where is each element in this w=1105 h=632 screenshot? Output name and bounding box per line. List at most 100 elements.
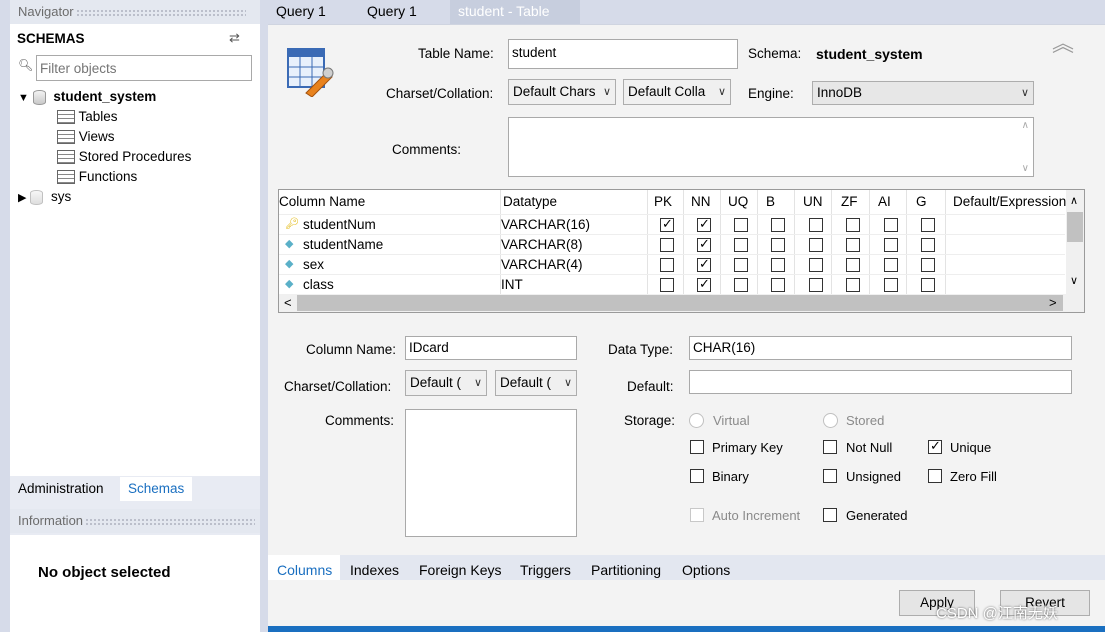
column-charset-select[interactable]: Default (∨ (405, 370, 487, 396)
tab-administration[interactable]: Administration (10, 477, 112, 501)
tree-item-stored-procedures[interactable]: Stored Procedures (57, 147, 191, 167)
flag-checkbox[interactable] (809, 218, 823, 232)
tab-triggers[interactable]: Triggers (520, 562, 571, 578)
tree-item-student-system[interactable]: ▼ student_system (18, 87, 156, 107)
col-header-datatype[interactable]: Datatype (503, 194, 557, 209)
tree-item-functions[interactable]: Functions (57, 167, 137, 187)
expand-right-icon[interactable]: ▶ (18, 192, 26, 204)
flag-checkbox[interactable] (771, 218, 785, 232)
flag-checkbox[interactable] (921, 278, 935, 292)
flag-checkbox[interactable] (921, 238, 935, 252)
flag-checkbox[interactable] (884, 218, 898, 232)
virtual-radio[interactable] (689, 413, 704, 428)
table-name-input[interactable]: student (508, 39, 738, 69)
flag-checkbox[interactable] (734, 258, 748, 272)
not-null-checkbox[interactable] (823, 440, 837, 454)
flag-checkbox[interactable] (884, 278, 898, 292)
scroll-thumb[interactable] (1067, 212, 1083, 242)
flag-checkbox[interactable] (846, 218, 860, 232)
flag-checkbox[interactable] (884, 258, 898, 272)
table-row[interactable]: ◆ studentName VARCHAR(8) (279, 234, 1065, 254)
datatype-cell[interactable]: VARCHAR(4) (501, 257, 583, 272)
flag-checkbox[interactable] (734, 218, 748, 232)
flag-checkbox[interactable] (660, 216, 674, 232)
flag-checkbox[interactable] (809, 238, 823, 252)
col-header-b[interactable]: B (766, 194, 775, 209)
tab-schemas[interactable]: Schemas (120, 477, 193, 501)
flag-checkbox[interactable] (921, 218, 935, 232)
tab-options[interactable]: Options (682, 562, 730, 578)
columns-grid[interactable]: Column Name Datatype PK NN UQ B UN ZF AI… (278, 189, 1085, 313)
horizontal-scrollbar[interactable]: < > (279, 294, 1084, 312)
tab-indexes[interactable]: Indexes (350, 562, 399, 578)
scroll-left-icon[interactable]: < (284, 295, 292, 310)
column-name-cell[interactable]: class (303, 277, 334, 292)
data-type-input[interactable]: CHAR(16) (689, 336, 1072, 360)
col-header-uq[interactable]: UQ (728, 194, 748, 209)
table-row[interactable]: 🔑︎ studentNum VARCHAR(16) (279, 214, 1065, 234)
tab-query-1-b[interactable]: Query 1 (359, 0, 425, 24)
flag-checkbox[interactable] (921, 258, 935, 272)
flag-checkbox[interactable] (734, 238, 748, 252)
filter-objects-input[interactable] (36, 55, 252, 81)
expand-down-icon[interactable]: ▼ (18, 92, 29, 104)
col-header-zf[interactable]: ZF (841, 194, 858, 209)
table-row[interactable]: ◆ class INT (279, 274, 1065, 294)
table-comments-textarea[interactable]: ∧ ∨ (508, 117, 1034, 177)
binary-checkbox[interactable] (690, 469, 704, 483)
scroll-up-icon[interactable]: ∧ (1022, 120, 1029, 131)
tree-item-views[interactable]: Views (57, 127, 115, 147)
col-header-g[interactable]: G (916, 194, 927, 209)
unsigned-checkbox[interactable] (823, 469, 837, 483)
datatype-cell[interactable]: VARCHAR(8) (501, 237, 583, 252)
column-name-cell[interactable]: studentNum (303, 217, 376, 232)
col-header-ai[interactable]: AI (878, 194, 891, 209)
col-header-pk[interactable]: PK (654, 194, 672, 209)
vertical-scrollbar[interactable]: ∧ ∨ (1066, 190, 1084, 294)
scroll-up-icon[interactable]: ∧ (1070, 194, 1078, 207)
tree-item-sys[interactable]: ▶ sys (18, 187, 71, 207)
default-input[interactable] (689, 370, 1072, 394)
flag-checkbox[interactable] (809, 258, 823, 272)
datatype-cell[interactable]: INT (501, 277, 523, 292)
scroll-down-icon[interactable]: ∨ (1070, 274, 1078, 287)
charset-select[interactable]: Default Chars ∨ (508, 79, 616, 105)
flag-checkbox[interactable] (660, 238, 674, 252)
primary-key-checkbox[interactable] (690, 440, 704, 454)
col-header-name[interactable]: Column Name (279, 194, 365, 209)
column-name-cell[interactable]: sex (303, 257, 324, 272)
scroll-right-icon[interactable]: > (1049, 295, 1057, 310)
column-collation-select[interactable]: Default (∨ (495, 370, 577, 396)
tab-query-1[interactable]: Query 1 (268, 0, 334, 24)
auto-increment-checkbox[interactable] (690, 508, 704, 522)
flag-checkbox[interactable] (660, 258, 674, 272)
scroll-down-icon[interactable]: ∨ (1022, 163, 1029, 174)
flag-checkbox[interactable] (660, 278, 674, 292)
column-name-input[interactable]: IDcard (405, 336, 577, 360)
flag-checkbox[interactable] (771, 238, 785, 252)
flag-checkbox[interactable] (771, 258, 785, 272)
tab-partitioning[interactable]: Partitioning (591, 562, 661, 578)
engine-select[interactable]: InnoDB ∨ (812, 81, 1034, 105)
zero-fill-checkbox[interactable] (928, 469, 942, 483)
flag-checkbox[interactable] (809, 278, 823, 292)
col-header-nn[interactable]: NN (691, 194, 711, 209)
flag-checkbox[interactable] (697, 276, 711, 292)
flag-checkbox[interactable] (846, 278, 860, 292)
scroll-thumb[interactable] (297, 295, 1063, 311)
flag-checkbox[interactable] (697, 236, 711, 252)
table-row[interactable]: ◆ sex VARCHAR(4) (279, 254, 1065, 274)
unique-checkbox[interactable] (928, 438, 942, 454)
generated-checkbox[interactable] (823, 508, 837, 522)
column-name-cell[interactable]: studentName (303, 237, 383, 252)
flag-checkbox[interactable] (697, 216, 711, 232)
flag-checkbox[interactable] (846, 238, 860, 252)
col-header-un[interactable]: UN (803, 194, 823, 209)
datatype-cell[interactable]: VARCHAR(16) (501, 217, 590, 232)
column-comments-textarea[interactable] (405, 409, 577, 537)
tree-item-tables[interactable]: Tables (57, 107, 118, 127)
flag-checkbox[interactable] (846, 258, 860, 272)
tab-columns[interactable]: Columns (277, 562, 332, 578)
collation-select[interactable]: Default Colla ∨ (623, 79, 731, 105)
tab-foreign-keys[interactable]: Foreign Keys (419, 562, 501, 578)
